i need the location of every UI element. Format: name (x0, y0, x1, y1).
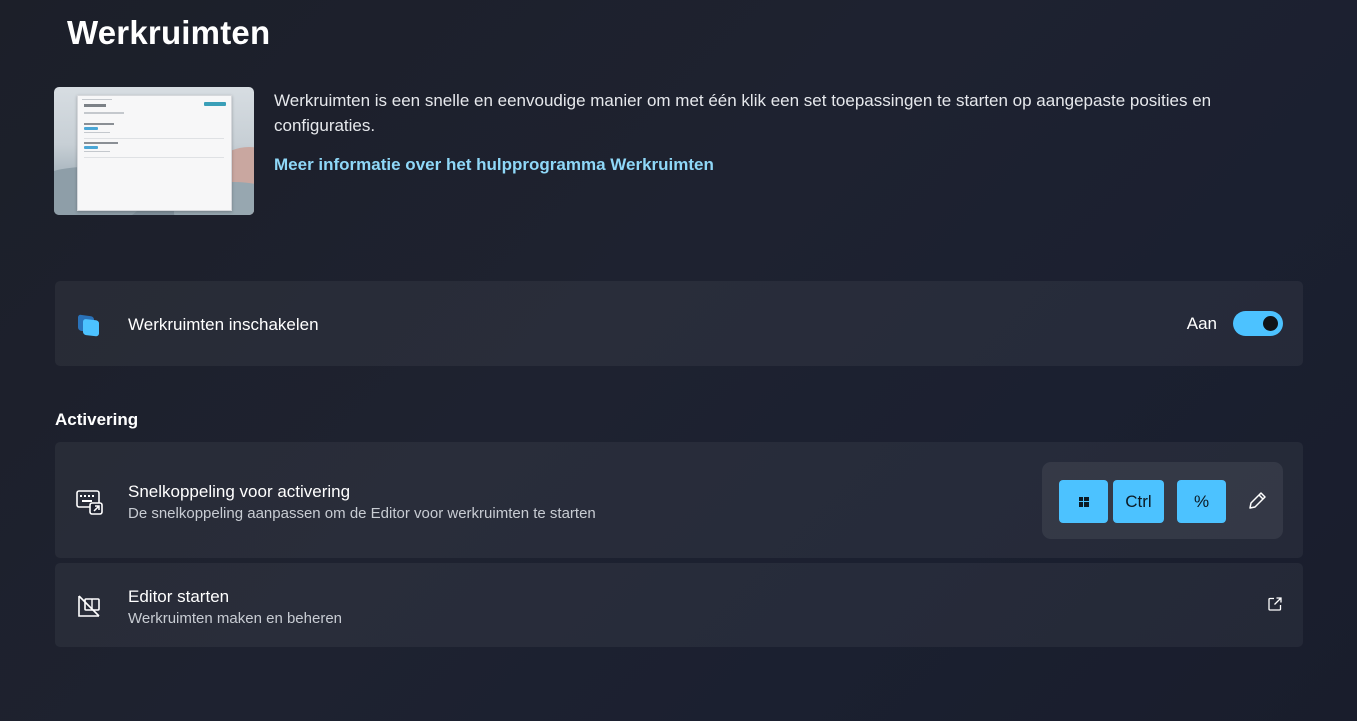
workspaces-icon (78, 314, 99, 337)
shortcut-title: Snelkoppeling voor activering (128, 482, 351, 501)
editor-layout-icon (78, 595, 100, 617)
activation-shortcut-card: Snelkoppeling voor activering De snelkop… (55, 442, 1303, 558)
shortcut-subtitle: De snelkoppeling aanpassen om de Editor … (128, 505, 596, 522)
enable-workspaces-toggle[interactable] (1233, 311, 1283, 336)
workspaces-preview-image (54, 87, 254, 215)
shortcut-keys-box: Ctrl % (1042, 462, 1283, 539)
percent-key: % (1177, 480, 1226, 523)
toggle-knob (1263, 316, 1278, 331)
enable-workspaces-title: Werkruimten inschakelen (128, 315, 319, 334)
enable-workspaces-card: Werkruimten inschakelen Aan (55, 281, 1303, 366)
preview-window-graphic (77, 95, 232, 211)
keyboard-shortcut-icon (76, 490, 103, 515)
ctrl-key: Ctrl (1113, 480, 1164, 523)
description-text: Werkruimten is een snelle en eenvoudige … (274, 91, 1212, 135)
activation-section-heading: Activering (55, 410, 139, 429)
windows-key (1059, 480, 1108, 523)
pencil-icon[interactable] (1245, 489, 1269, 513)
learn-more-link[interactable]: Meer informatie over het hulpprogramma W… (274, 155, 714, 175)
page-title: Werkruimten (67, 14, 271, 51)
launch-editor-card[interactable]: Editor starten Werkruimten maken en behe… (55, 563, 1303, 647)
windows-logo-icon (1078, 496, 1089, 507)
toggle-state-label: Aan (1186, 314, 1217, 333)
editor-title: Editor starten (128, 587, 230, 606)
external-link-icon[interactable] (1267, 596, 1283, 612)
editor-subtitle: Werkruimten maken en beheren (128, 610, 342, 627)
